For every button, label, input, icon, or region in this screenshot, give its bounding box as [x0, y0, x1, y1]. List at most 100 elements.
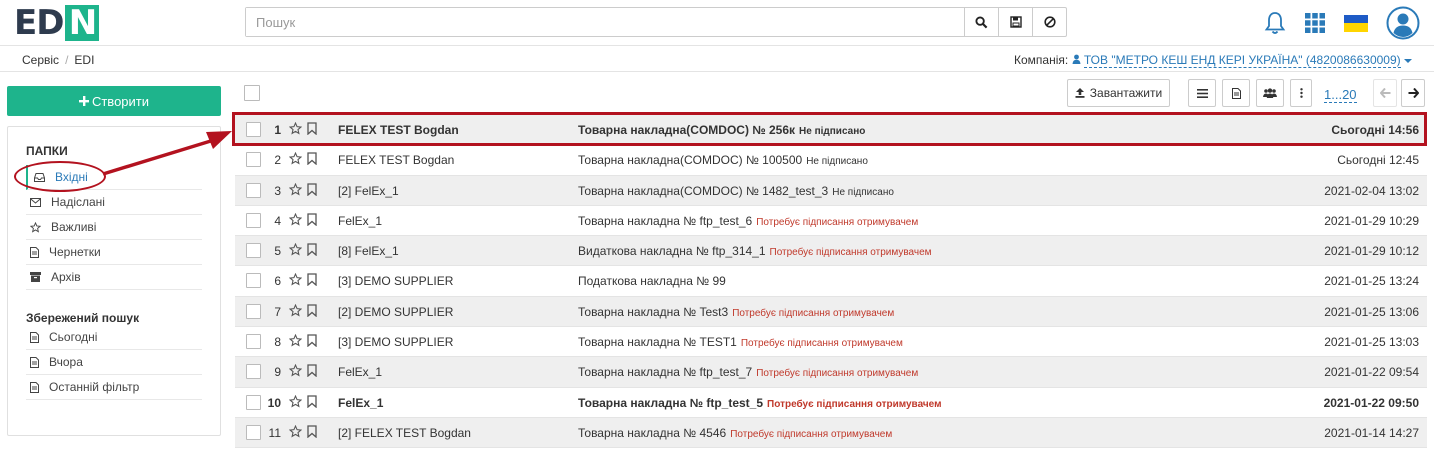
document-title[interactable]: Товарна накладна № ftp_test_5 Потребує пі…	[578, 396, 942, 410]
document-name: Товарна накладна(COMDOC) № 1482_test_3	[578, 183, 829, 198]
upload-icon	[1075, 88, 1085, 98]
star-icon[interactable]	[289, 334, 302, 347]
table-row[interactable]: 4 FelEx_1 Товарна накладна № ftp_test_6 П…	[235, 206, 1427, 237]
next-page-button[interactable]	[1401, 79, 1425, 107]
save-search-button[interactable]	[998, 8, 1032, 36]
document-title[interactable]: Видаткова накладна № ftp_314_1 Потребує п…	[578, 244, 932, 258]
search-input[interactable]	[246, 8, 964, 36]
document-view-button[interactable]	[1222, 79, 1250, 107]
star-icon[interactable]	[289, 243, 302, 256]
saved-search-last-filter[interactable]: Останній фільтр	[26, 375, 202, 400]
previous-page-button[interactable]	[1373, 79, 1397, 107]
user-avatar-icon[interactable]	[1386, 6, 1420, 40]
row-checkbox[interactable]	[246, 424, 261, 440]
row-checkbox[interactable]	[246, 273, 261, 289]
bookmark-icon[interactable]	[307, 334, 317, 348]
row-checkbox[interactable]	[246, 182, 261, 198]
document-title[interactable]: Товарна накладна(COMDOC) № 256к Не підпис…	[578, 123, 865, 137]
row-checkbox[interactable]	[246, 243, 261, 259]
ukraine-flag-icon[interactable]	[1344, 14, 1368, 32]
bookmark-icon[interactable]	[307, 273, 317, 287]
table-row[interactable]: 2 FELEX TEST Bogdan Товарна накладна(COM…	[235, 145, 1427, 176]
sidebar-item-important[interactable]: Важливі	[26, 215, 202, 240]
sidebar-item-sent[interactable]: Надіслані	[26, 190, 202, 215]
bookmark-icon[interactable]	[307, 395, 317, 408]
row-checkbox[interactable]	[246, 122, 261, 137]
bookmark-icon[interactable]	[307, 425, 317, 438]
document-title[interactable]: Товарна накладна(COMDOC) № 1482_test_3 Не…	[578, 184, 894, 198]
select-all-checkbox[interactable]	[244, 85, 260, 101]
table-row[interactable]: 7 [2] DEMO SUPPLIER Товарна накладна № T…	[235, 296, 1427, 328]
bookmark-icon[interactable]	[307, 213, 317, 226]
search-button[interactable]	[964, 8, 998, 36]
star-icon[interactable]	[289, 212, 302, 226]
group-view-button[interactable]	[1256, 79, 1284, 107]
document-title[interactable]: Товарна накладна № ftp_test_6 Потребує пі…	[578, 214, 918, 228]
star-icon[interactable]	[289, 152, 302, 165]
table-row[interactable]: 6 [3] DEMO SUPPLIER Податкова накладна №…	[235, 266, 1427, 297]
table-row[interactable]: 10 FelEx_1 Товарна накладна № ftp_test_5…	[235, 388, 1427, 418]
bookmark-icon[interactable]	[307, 122, 317, 135]
saved-search-today[interactable]: Сьогодні	[26, 325, 202, 350]
document-title[interactable]: Товарна накладна № ftp_test_7 Потребує пі…	[578, 365, 918, 379]
sender-name: [3] DEMO SUPPLIER	[338, 274, 454, 289]
document-name: Видаткова накладна № ftp_314_1	[578, 244, 766, 259]
star-icon[interactable]	[289, 394, 302, 408]
bookmark-icon[interactable]	[307, 182, 317, 196]
row-checkbox[interactable]	[246, 303, 261, 319]
document-name: Товарна накладна № Test3	[578, 304, 729, 319]
sidebar-item-drafts[interactable]: Чернетки	[26, 240, 202, 265]
sender-name: FelEx_1	[338, 395, 384, 410]
table-row[interactable]: 5 [8] FelEx_1 Видаткова накладна № ftp_3…	[235, 236, 1427, 267]
star-icon[interactable]	[289, 182, 302, 196]
apps-grid-icon[interactable]	[1304, 12, 1326, 34]
create-button[interactable]: Створити	[7, 86, 221, 116]
edin-logo[interactable]: ED N	[14, 3, 100, 43]
row-checkbox[interactable]	[246, 212, 261, 228]
row-checkbox[interactable]	[246, 152, 261, 168]
sidebar-item-archive[interactable]: Архів	[26, 265, 202, 290]
pagination-range[interactable]: 1...20	[1324, 87, 1357, 103]
row-checkbox[interactable]	[246, 364, 261, 380]
star-icon[interactable]	[289, 303, 302, 317]
search-bar	[245, 7, 1067, 37]
bookmark-icon[interactable]	[307, 152, 317, 166]
clear-search-button[interactable]	[1032, 8, 1066, 36]
sidebar-item-inbox[interactable]: Вхідні	[26, 165, 202, 190]
company-dropdown[interactable]: ТОВ "МЕТРО КЕШ ЕНД КЕРІ УКРАЇНА" (482008…	[1083, 53, 1401, 68]
table-row[interactable]: 9 FelEx_1 Товарна накладна № ftp_test_7 П…	[235, 357, 1427, 388]
top-bar: ED N	[0, 0, 1434, 46]
star-icon[interactable]	[289, 273, 302, 286]
bell-icon[interactable]	[1264, 11, 1286, 35]
saved-search-yesterday[interactable]: Вчора	[26, 350, 202, 375]
document-title[interactable]: Податкова накладна № 99	[578, 274, 726, 288]
breadcrumb-root[interactable]: Сервіс	[22, 53, 59, 67]
list-view-button[interactable]	[1188, 79, 1216, 107]
table-row[interactable]: 1 FELEX TEST Bogdan Товарна накладна(COM…	[235, 115, 1427, 146]
star-icon[interactable]	[289, 364, 302, 377]
document-title[interactable]: Товарна накладна № Test3 Потребує підписа…	[578, 305, 894, 319]
star-icon[interactable]	[289, 424, 302, 438]
document-title[interactable]: Товарна накладна № TEST1 Потребує підписа…	[578, 335, 903, 349]
star-icon[interactable]	[289, 122, 302, 135]
table-row[interactable]: 11 [2] FELEX TEST Bogdan Товарна накладн…	[235, 417, 1427, 449]
floppy-icon	[1009, 16, 1022, 28]
row-checkbox[interactable]	[246, 334, 261, 350]
company-selector: Компанія: ТОВ "МЕТРО КЕШ ЕНД КЕРІ УКРАЇН…	[1014, 53, 1412, 68]
document-title[interactable]: Товарна накладна(COMDOC) № 100500 Не підп…	[578, 153, 868, 167]
row-number: 10	[267, 395, 281, 410]
bookmark-icon[interactable]	[307, 243, 317, 257]
table-row[interactable]: 8 [3] DEMO SUPPLIER Товарна накладна № T…	[235, 327, 1427, 358]
row-checkbox[interactable]	[246, 394, 261, 410]
arrow-right-icon	[1408, 88, 1419, 98]
sidebar-item-label: Архів	[51, 270, 81, 284]
bookmark-icon[interactable]	[307, 304, 317, 317]
upload-button[interactable]: Завантажити	[1067, 79, 1170, 107]
document-title[interactable]: Товарна накладна № 4546 Потребує підписан…	[578, 426, 892, 440]
document-name: Товарна накладна № 4546	[578, 425, 727, 440]
more-options-button[interactable]	[1290, 79, 1312, 107]
table-row[interactable]: 3 [2] FelEx_1 Товарна накладна(COMDOC) №…	[235, 175, 1427, 206]
caret-down-icon[interactable]	[1404, 58, 1412, 64]
file-icon	[30, 246, 39, 258]
bookmark-icon[interactable]	[307, 364, 317, 378]
